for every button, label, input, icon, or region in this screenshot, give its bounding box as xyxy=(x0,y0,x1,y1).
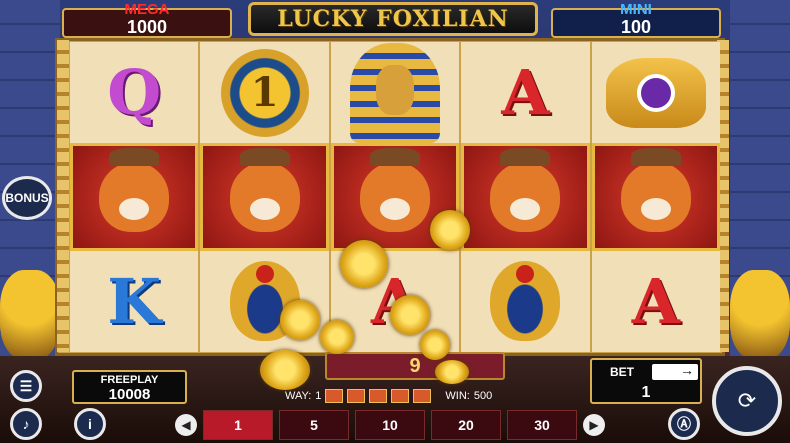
symbol-fox xyxy=(70,143,199,251)
reel-5: A xyxy=(591,42,721,352)
treasure-pot-left xyxy=(0,270,60,360)
reel-4: A xyxy=(461,42,590,352)
way-value: 1 xyxy=(315,390,322,402)
mega-jackpot-label: MEGA xyxy=(124,1,170,18)
denom-button-10[interactable]: 10 xyxy=(355,410,425,440)
mini-jackpot-value: 100 xyxy=(620,17,652,37)
reel-1: Q K xyxy=(70,42,199,352)
fox-mini-icon xyxy=(369,389,388,403)
denom-button-1[interactable]: 1 xyxy=(203,410,273,440)
reel-3: A xyxy=(330,42,460,352)
fox-mini-icon xyxy=(391,389,410,403)
fox-mini-icon xyxy=(413,389,432,403)
denom-button-30[interactable]: 30 xyxy=(507,410,577,440)
symbol-k: K xyxy=(107,264,162,338)
reel-2: 1 xyxy=(200,42,329,352)
treasure-pot-right xyxy=(730,270,790,360)
denom-button-5[interactable]: 5 xyxy=(279,410,349,440)
symbol-fox xyxy=(461,143,590,251)
bet-arrow-toggle[interactable] xyxy=(652,362,698,380)
fox-mini-icon xyxy=(347,389,366,403)
denomination-selector: ◀ 1 5 10 20 30 ▶ xyxy=(175,410,625,440)
bet-panel: BET 1 xyxy=(590,358,702,404)
symbol-a: A xyxy=(370,264,420,338)
left-pillar xyxy=(57,40,69,352)
way-win-row: WAY: 1 WIN: 500 xyxy=(285,387,505,405)
freeplay-counter: FREEPLAY 10008 xyxy=(72,370,187,404)
bonus-button[interactable]: BONUS xyxy=(2,176,52,220)
reel-grid: Q K 1 A A A xyxy=(70,42,721,352)
mega-jackpot: MEGA 1000 xyxy=(62,1,232,38)
win-label: WIN: xyxy=(445,390,470,402)
sound-icon[interactable]: ♪ xyxy=(10,408,42,440)
symbol-q: Q xyxy=(107,56,162,130)
symbol-coin-one: 1 xyxy=(200,42,328,143)
symbol-scarab xyxy=(461,251,589,352)
symbol-a: A xyxy=(631,264,680,338)
symbol-fox xyxy=(200,143,329,251)
symbol-pharaoh xyxy=(331,42,459,143)
fox-mini-icon xyxy=(325,389,344,403)
freeplay-value: 10008 xyxy=(108,386,151,403)
info-icon[interactable]: i xyxy=(74,408,106,440)
symbol-scarab xyxy=(200,251,328,352)
freeplay-label: FREEPLAY xyxy=(100,374,159,386)
symbol-eye-of-horus xyxy=(592,42,720,143)
symbol-fox xyxy=(591,143,721,251)
mini-jackpot-label: MINI xyxy=(620,1,652,18)
denom-button-20[interactable]: 20 xyxy=(431,410,501,440)
mega-jackpot-value: 1000 xyxy=(126,17,168,37)
win-value: 500 xyxy=(473,390,493,402)
game-title: LUCKY FOXILIAN xyxy=(248,2,538,36)
bet-value: 1 xyxy=(641,384,651,401)
way-label: WAY: xyxy=(285,390,312,402)
spin-button[interactable]: ⟳ xyxy=(712,366,782,436)
bet-label: BET xyxy=(610,365,634,379)
autoplay-icon[interactable]: Ⓐ xyxy=(668,408,700,440)
menu-icon[interactable]: ☰ xyxy=(10,370,42,402)
chevron-right-icon[interactable]: ▶ xyxy=(583,414,605,436)
symbol-a: A xyxy=(501,56,550,130)
win-display: 9 xyxy=(325,352,505,380)
symbol-fox xyxy=(330,143,460,251)
chevron-left-icon[interactable]: ◀ xyxy=(175,414,197,436)
mini-jackpot: MINI 100 xyxy=(551,1,721,38)
